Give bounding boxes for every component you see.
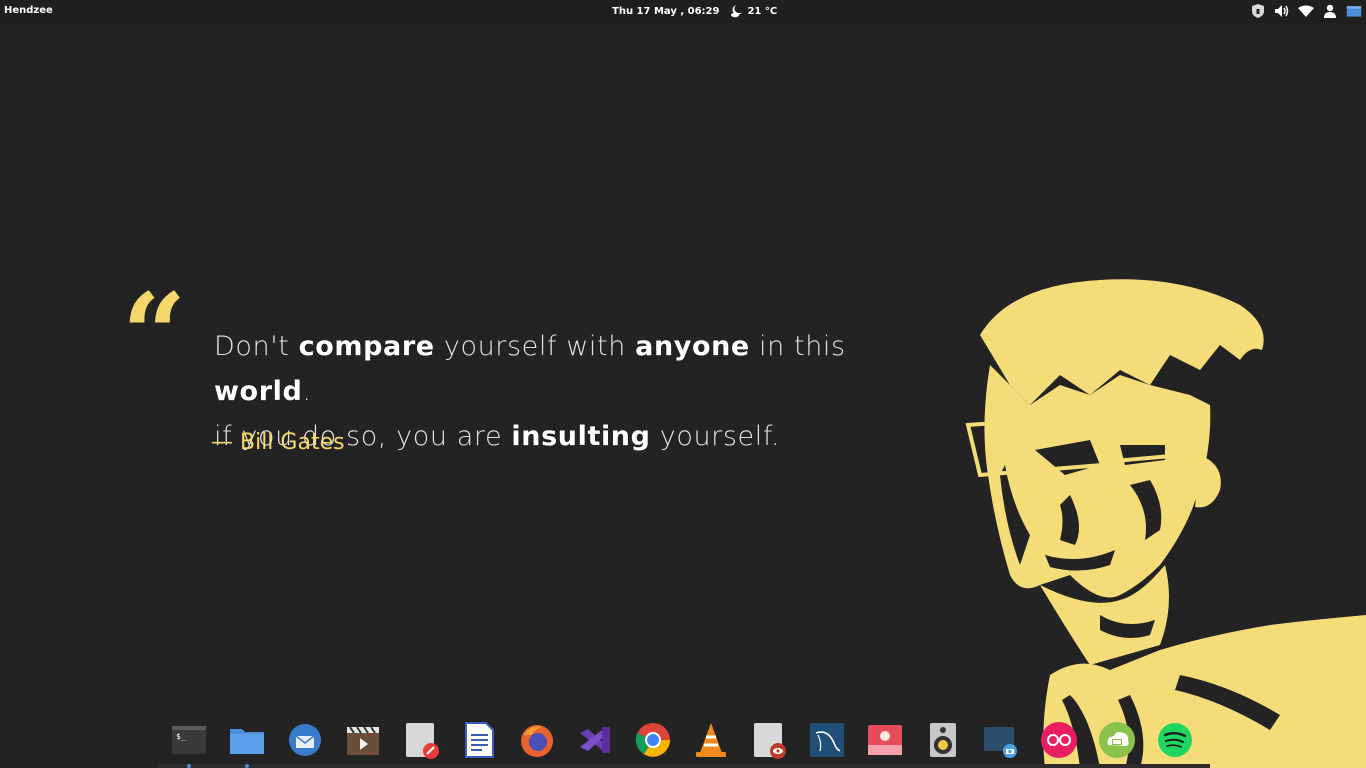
speaker-icon[interactable] xyxy=(924,720,962,760)
applications-menu[interactable]: Hendzee xyxy=(4,5,53,16)
vlc-icon[interactable] xyxy=(692,720,730,760)
quote-author: — Bill Gates xyxy=(211,430,345,455)
firefox-icon[interactable] xyxy=(518,720,556,760)
flickr-icon[interactable] xyxy=(1040,720,1078,760)
quote-mark: “ xyxy=(122,270,186,401)
security-icon[interactable] xyxy=(1250,2,1266,20)
workspace-icon[interactable] xyxy=(1346,2,1362,20)
user-icon[interactable] xyxy=(1322,2,1338,20)
wifi-icon[interactable] xyxy=(1298,2,1314,20)
weather-temperature: 21 °C xyxy=(747,5,778,17)
text-editor-icon[interactable] xyxy=(402,720,440,760)
top-panel: Hendzee Thu 17 May , 06:29 21 °C xyxy=(0,0,1366,24)
quote-line-1: Don't compare yourself with anyone in th… xyxy=(214,331,846,407)
screenshot-icon[interactable] xyxy=(982,720,1020,760)
chrome-icon[interactable] xyxy=(634,720,672,760)
system-indicators xyxy=(1250,2,1362,20)
running-indicator xyxy=(187,764,191,768)
portrait-image xyxy=(965,279,1366,768)
mysql-workbench-icon[interactable] xyxy=(808,720,846,760)
spotify-icon[interactable] xyxy=(1156,720,1194,760)
dock: $_ xyxy=(158,712,1210,768)
weather-indicator[interactable]: 21 °C xyxy=(729,4,777,18)
moon-cloud-icon xyxy=(731,5,743,18)
files-icon[interactable] xyxy=(228,720,266,768)
photos-icon[interactable] xyxy=(866,720,904,760)
videos-icon[interactable] xyxy=(344,720,382,760)
svg-text:$_: $_ xyxy=(176,732,186,741)
terminal-icon[interactable]: $_ xyxy=(170,720,208,768)
thunderbird-icon[interactable] xyxy=(286,720,324,760)
visual-studio-code-icon[interactable] xyxy=(576,720,614,760)
clock-indicator[interactable]: Thu 17 May , 06:29 xyxy=(612,6,719,17)
datetime-weather: Thu 17 May , 06:29 21 °C xyxy=(612,4,777,18)
running-indicator xyxy=(245,764,249,768)
cloud-print-icon[interactable] xyxy=(1098,720,1136,760)
writer-icon[interactable] xyxy=(460,720,498,760)
volume-icon[interactable] xyxy=(1274,2,1290,20)
document-viewer-icon[interactable] xyxy=(750,720,788,760)
